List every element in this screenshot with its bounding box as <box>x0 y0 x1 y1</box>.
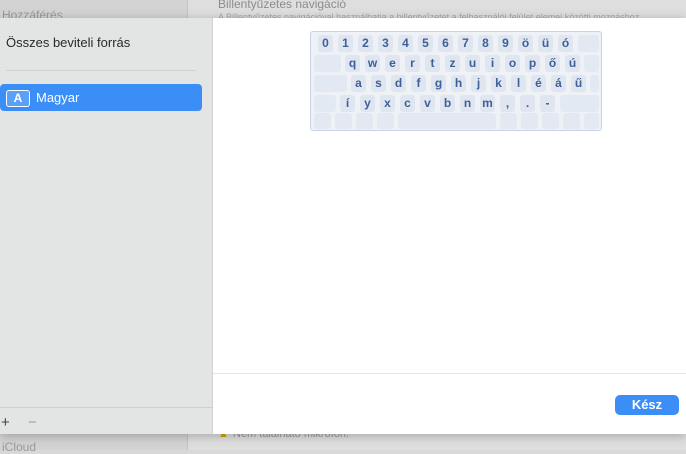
input-source-item-magyar[interactable]: A Magyar <box>0 84 202 111</box>
key: b <box>440 95 455 112</box>
background-sidebar-item: iCloud <box>2 440 37 454</box>
key: w <box>365 55 380 72</box>
key: 3 <box>378 35 393 52</box>
key: q <box>345 55 360 72</box>
background-section-title: Billentyűzetes navigáció <box>218 0 347 11</box>
input-source-label: Magyar <box>36 90 80 105</box>
key: ü <box>538 35 553 52</box>
keyboard-layout-preview: 0 1 2 3 4 5 6 7 8 9 ö ü ó q w e r t z u … <box>310 31 602 131</box>
key-blank <box>335 113 352 129</box>
key: 6 <box>438 35 453 52</box>
input-source-icon: A <box>6 90 30 107</box>
key-blank <box>560 95 599 112</box>
spacebar <box>398 113 496 129</box>
key: a <box>351 75 366 92</box>
key: o <box>505 55 520 72</box>
add-button[interactable]: + <box>1 414 10 431</box>
key: p <box>525 55 540 72</box>
key-blank <box>314 113 331 129</box>
remove-button[interactable]: − <box>28 414 37 431</box>
key: ű <box>571 75 586 92</box>
key-blank <box>377 113 394 129</box>
key: 7 <box>458 35 473 52</box>
key: 8 <box>478 35 493 52</box>
key: z <box>445 55 460 72</box>
key: k <box>491 75 506 92</box>
divider <box>6 70 196 71</box>
key-blank <box>521 113 538 129</box>
key: f <box>411 75 426 92</box>
key: ú <box>565 55 580 72</box>
key-blank <box>584 55 599 72</box>
key-blank <box>590 75 599 92</box>
key-blank <box>584 113 599 129</box>
key: 4 <box>398 35 413 52</box>
key-blank <box>314 55 341 72</box>
key: m <box>480 95 495 112</box>
key: j <box>471 75 486 92</box>
key: c <box>400 95 415 112</box>
key: n <box>460 95 475 112</box>
key: l <box>511 75 526 92</box>
key: 1 <box>338 35 353 52</box>
key-blank <box>563 113 580 129</box>
key: 9 <box>498 35 513 52</box>
list-heading: Összes beviteli forrás <box>6 35 131 50</box>
divider <box>213 373 686 374</box>
key: 2 <box>358 35 373 52</box>
divider <box>0 407 212 408</box>
key: ó <box>558 35 573 52</box>
key: - <box>540 95 555 112</box>
key-blank <box>314 75 347 92</box>
key-blank <box>500 113 517 129</box>
key: x <box>380 95 395 112</box>
key: e <box>385 55 400 72</box>
key: h <box>451 75 466 92</box>
input-source-list-pane: Összes beviteli forrás A Magyar + − <box>0 18 213 434</box>
key: y <box>360 95 375 112</box>
key: , <box>500 95 515 112</box>
key: g <box>431 75 446 92</box>
key: i <box>485 55 500 72</box>
key: u <box>465 55 480 72</box>
key: . <box>520 95 535 112</box>
key-blank <box>314 95 336 112</box>
key: á <box>551 75 566 92</box>
key-blank <box>356 113 373 129</box>
key: t <box>425 55 440 72</box>
key: ö <box>518 35 533 52</box>
key-blank <box>542 113 559 129</box>
done-button[interactable]: Kész <box>615 395 679 415</box>
key: 5 <box>418 35 433 52</box>
key: ő <box>545 55 560 72</box>
key: s <box>371 75 386 92</box>
key: r <box>405 55 420 72</box>
key-blank <box>578 35 599 52</box>
key: 0 <box>318 35 333 52</box>
key: v <box>420 95 435 112</box>
key: é <box>531 75 546 92</box>
key: í <box>340 95 355 112</box>
key: d <box>391 75 406 92</box>
